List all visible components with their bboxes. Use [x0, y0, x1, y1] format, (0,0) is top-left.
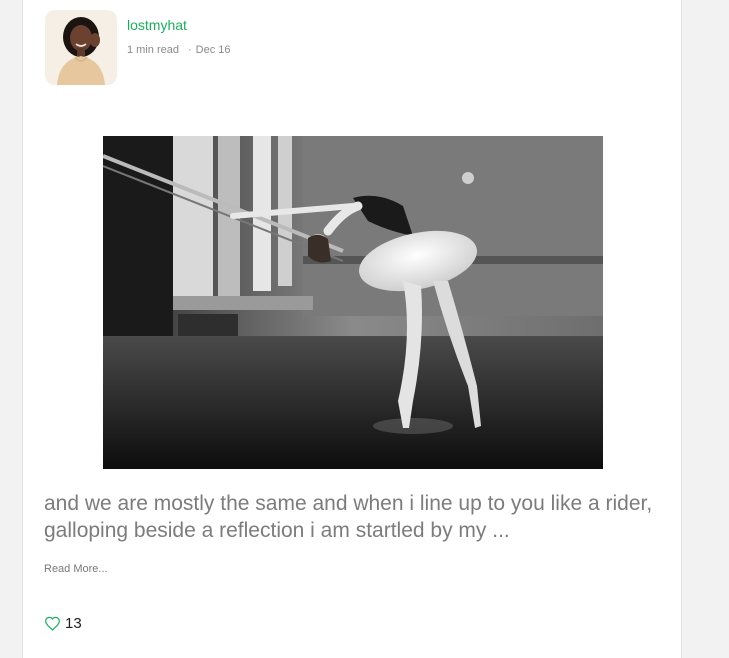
like-count: 13 — [65, 615, 82, 632]
post-date[interactable]: Dec 16 — [196, 43, 231, 57]
like-button[interactable]: 13 — [44, 615, 82, 632]
author-header: lostmyhat 1 min read · Dec 16 — [45, 10, 231, 85]
post-meta: 1 min read · Dec 16 — [127, 43, 231, 57]
post-card: lostmyhat 1 min read · Dec 16 and we are… — [22, 0, 682, 658]
read-time: 1 min read — [127, 44, 179, 56]
ballerina-photo[interactable] — [103, 136, 603, 469]
author-avatar[interactable] — [45, 10, 117, 85]
post-excerpt[interactable]: and we are mostly the same and when i li… — [44, 490, 669, 544]
page: lostmyhat 1 min read · Dec 16 and we are… — [0, 0, 729, 658]
author-meta: lostmyhat 1 min read · Dec 16 — [127, 10, 231, 57]
heart-outline-icon[interactable] — [44, 616, 61, 631]
author-name-link[interactable]: lostmyhat — [127, 16, 231, 34]
meta-separator: · — [187, 44, 192, 56]
read-more-link[interactable]: Read More... — [44, 563, 108, 575]
